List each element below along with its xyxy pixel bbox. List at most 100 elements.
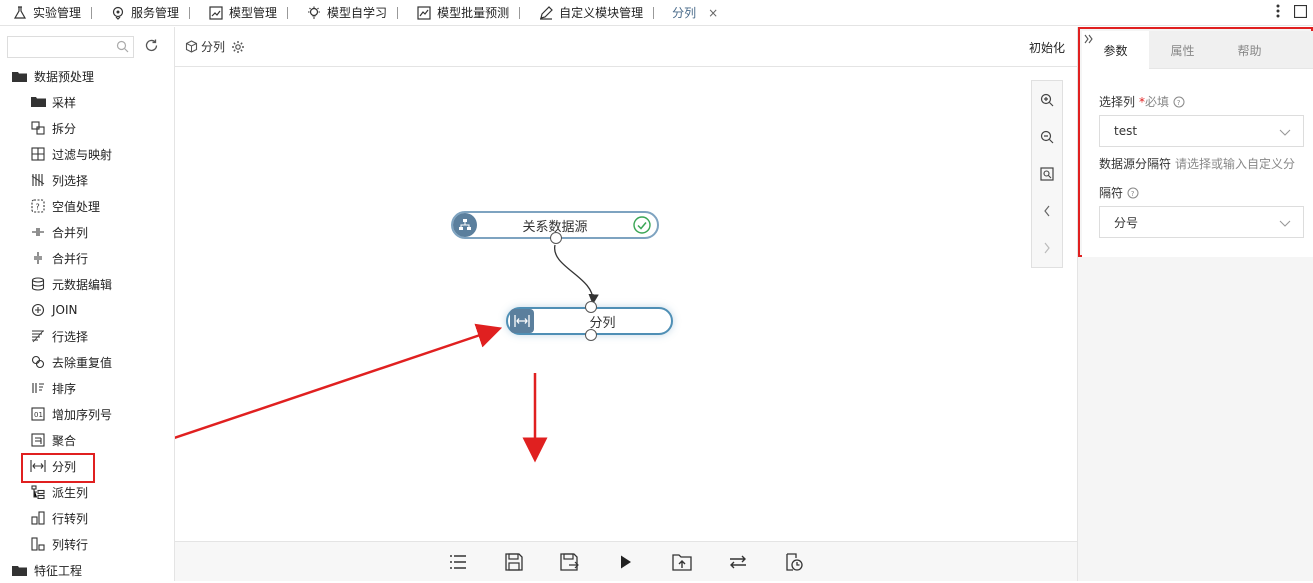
tree-item-merge-column[interactable]: 合并列 [0, 219, 175, 245]
tree-item-add-sequence[interactable]: 01 增加序列号 [0, 401, 175, 427]
tree-item-split-column[interactable]: 分列 [0, 453, 175, 483]
tree-item-join[interactable]: JOIN [0, 297, 175, 323]
tab-separator [519, 6, 521, 19]
tab-help[interactable]: 帮助 [1216, 31, 1283, 69]
node-split-column[interactable]: 分列 [506, 301, 673, 341]
zoom-out-icon[interactable] [1031, 118, 1063, 155]
required-text: 必填 [1145, 95, 1170, 109]
chevron-right-icon[interactable] [1031, 229, 1063, 266]
zoom-in-icon[interactable] [1031, 81, 1063, 118]
output-port[interactable] [585, 329, 597, 341]
tab-model[interactable]: 模型管理 [196, 0, 294, 26]
module-icon [185, 40, 198, 53]
canvas-overlay [175, 244, 599, 463]
tree-item-null-handling[interactable]: ? 空值处理 [0, 193, 175, 219]
search-row [7, 36, 159, 58]
double-chevron-right-icon[interactable] [1084, 33, 1094, 47]
tree-item-aggregate[interactable]: 聚合 [0, 427, 175, 453]
tree-group-preprocess[interactable]: 数据预处理 [0, 63, 175, 89]
refresh-icon[interactable] [144, 38, 159, 56]
swap-icon[interactable] [726, 550, 750, 574]
tab-label: 分列 [672, 6, 697, 20]
tab-split-column[interactable]: 分列 × [660, 0, 724, 26]
tree-item-label: 排序 [52, 381, 77, 396]
tab-batch-predict[interactable]: 模型批量预测 [404, 0, 526, 26]
row-select-icon [30, 328, 46, 344]
zoom-panel [1031, 80, 1063, 268]
settings-icon[interactable] [231, 40, 245, 54]
tab-self-learning[interactable]: 模型自学习 [294, 0, 404, 26]
tree-item-row-to-column[interactable]: 行转列 [0, 505, 175, 531]
tab-separator [189, 6, 191, 19]
tree-item-column-select[interactable]: 列选择 [0, 167, 175, 193]
row-to-column-icon [30, 510, 46, 526]
search-input[interactable] [8, 37, 133, 57]
search-icon[interactable] [116, 40, 129, 56]
tree-item-label: 采样 [52, 95, 77, 110]
tree-item-sampling[interactable]: 采样 [0, 89, 175, 115]
connection-edge [554, 244, 599, 305]
tab-label: 参数 [1103, 43, 1128, 58]
null-handling-icon: ? [30, 198, 46, 214]
tree-item-label: 聚合 [52, 433, 77, 448]
component-sidebar: 数据预处理 采样 拆分 过滤与映射 列选择 ? 空值处理 合并列 合并行 元数据… [0, 27, 175, 581]
tree-group-feature-engineering[interactable]: 特征工程 [0, 557, 175, 583]
tree-item-filter-map[interactable]: 过滤与映射 [0, 141, 175, 167]
tree-item-label: 合并行 [52, 251, 89, 266]
input-port[interactable] [585, 301, 597, 313]
annotation-arrow [175, 323, 503, 440]
tree-item-dedupe[interactable]: 去除重复值 [0, 349, 175, 375]
svg-text:?: ? [1177, 99, 1181, 107]
tree-item-split[interactable]: 拆分 [0, 115, 175, 141]
output-port[interactable] [550, 232, 562, 244]
select-value: test [1114, 124, 1138, 138]
tree-item-label: 行选择 [52, 329, 89, 344]
upload-folder-icon[interactable] [670, 550, 694, 574]
tab-separator [397, 6, 399, 19]
breadcrumb-label: 分列 [201, 40, 226, 54]
close-icon[interactable]: × [708, 6, 718, 20]
field-label: 数据源分隔符 [1099, 157, 1172, 171]
fit-view-icon[interactable] [1031, 155, 1063, 192]
folder-icon [30, 94, 46, 110]
sort-icon [30, 380, 46, 396]
tab-attributes[interactable]: 属性 [1149, 31, 1216, 69]
tree-item-label: 空值处理 [52, 199, 101, 214]
select-value: 分号 [1114, 215, 1139, 230]
tree-item-row-select[interactable]: 行选择 [0, 323, 175, 349]
chevron-left-icon[interactable] [1031, 192, 1063, 229]
tree-group-label: 数据预处理 [34, 69, 95, 84]
help-icon[interactable]: ? [1173, 96, 1185, 108]
run-icon[interactable] [614, 550, 638, 574]
search-box [7, 36, 134, 58]
initialize-button[interactable]: 初始化 [1029, 39, 1065, 56]
tree-item-column-to-row[interactable]: 列转行 [0, 531, 175, 557]
more-icon[interactable] [1276, 4, 1280, 21]
tree-item-metadata-edit[interactable]: 元数据编辑 [0, 271, 175, 297]
help-icon[interactable]: ? [1127, 187, 1139, 199]
select-column-dropdown[interactable]: test [1099, 115, 1304, 147]
list-icon[interactable] [446, 550, 470, 574]
tab-service[interactable]: 服务管理 [98, 0, 196, 26]
save-as-icon[interactable] [558, 550, 582, 574]
tab-experiment[interactable]: 实验管理 [0, 0, 98, 26]
tree-item-sort[interactable]: 排序 [0, 375, 175, 401]
tree-item-derived-column[interactable]: 派生列 [0, 479, 175, 505]
schedule-icon[interactable] [782, 550, 806, 574]
properties-panel: 参数 属性 帮助 选择列 * 必填 ? test 数据源分隔符 请选择或输入自定… [1077, 27, 1313, 581]
save-icon[interactable] [502, 550, 526, 574]
tab-label: 模型批量预测 [437, 6, 510, 20]
split-column-icon [510, 309, 534, 333]
bulb-icon [306, 5, 322, 21]
tab-separator [653, 6, 655, 19]
tab-custom-module[interactable]: 自定义模块管理 [526, 0, 660, 26]
workflow-canvas[interactable]: 分列 初始化 关系数据源 分列 [175, 27, 1077, 581]
params-highlight-box: 参数 属性 帮助 选择列 * 必填 ? test 数据源分隔符 请选择或输入自定… [1078, 27, 1313, 257]
maximize-icon[interactable] [1293, 4, 1308, 21]
node-relational-source[interactable]: 关系数据源 [451, 211, 659, 244]
split-icon [30, 120, 46, 136]
panel-tabs: 参数 属性 帮助 [1082, 31, 1313, 69]
tree-item-label: 拆分 [52, 121, 77, 136]
tree-item-merge-row[interactable]: 合并行 [0, 245, 175, 271]
separator-dropdown[interactable]: 分号 [1099, 206, 1304, 238]
